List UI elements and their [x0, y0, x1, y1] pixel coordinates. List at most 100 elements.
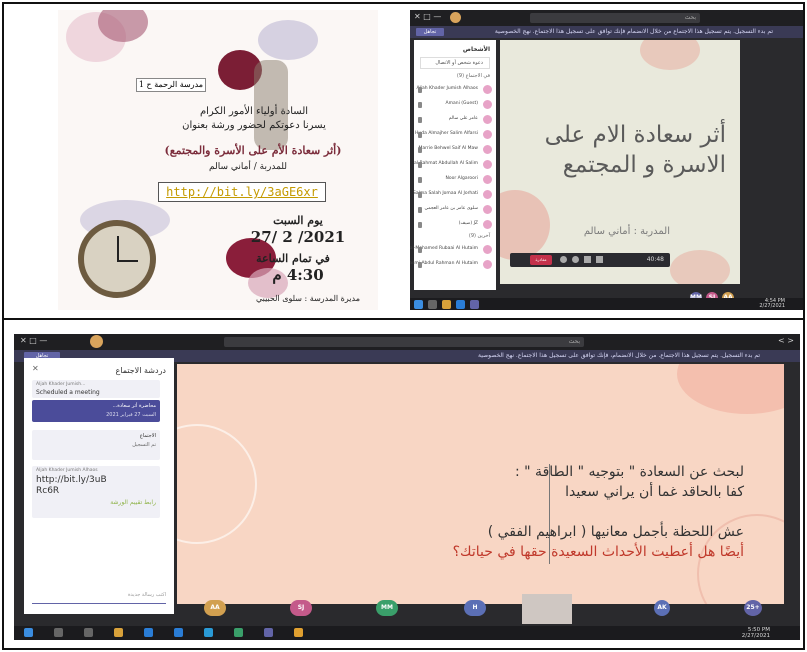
- meeting-card[interactable]: محاضرة أثر سعادة... السبت 27 فبراير 2021: [32, 400, 160, 422]
- participant-name: Aljah Khader Jumish Alhaos: [416, 86, 478, 91]
- avatar: [483, 205, 492, 214]
- teams-icon[interactable]: [470, 300, 479, 309]
- participant-tile[interactable]: SJ: [290, 600, 312, 616]
- share-icon[interactable]: [584, 256, 591, 263]
- participant-tile[interactable]: H: [464, 600, 486, 616]
- nav-arrows[interactable]: < >: [778, 336, 794, 345]
- chrome-icon[interactable]: [294, 628, 303, 637]
- search-icon[interactable]: [428, 300, 437, 309]
- participant-row[interactable]: JZ (ضيف): [414, 219, 496, 231]
- windows-taskbar: 4:54 PM 2/27/2021: [410, 298, 803, 310]
- participant-tile[interactable]: MM: [376, 600, 398, 616]
- section-divider: [2, 318, 805, 320]
- avatar[interactable]: [90, 335, 103, 348]
- greeting: السادة أولياء الأمور الكرام: [199, 106, 309, 117]
- slide-presenter: المدربة : أماني سالم: [583, 226, 670, 237]
- avatar: [483, 85, 492, 94]
- title-bar: ✕ □ — بحث: [410, 10, 803, 26]
- participant-row[interactable]: Amani (Guest): [414, 99, 496, 111]
- presenter: للمدربة / أماني سالم: [208, 162, 288, 172]
- participant-row[interactable]: Salma Salah Jomaa Al Jorhati: [413, 189, 496, 201]
- app-icon[interactable]: [234, 628, 243, 637]
- participant-row[interactable]: al-Rahmat Abdullah Al Salim: [414, 159, 496, 171]
- close-icon[interactable]: ✕: [32, 364, 39, 373]
- edge-icon[interactable]: [456, 300, 465, 309]
- avatar: [483, 220, 492, 229]
- meeting-chat-panel: ✕ دردشة الاجتماع Aljah Khader Jumish... …: [24, 358, 174, 614]
- avatar: [483, 115, 492, 124]
- participant-row[interactable]: Marrie Behwel Saif Al Maw: [414, 144, 496, 156]
- clock-icon: [78, 220, 156, 298]
- time-label: في تمام الساعة: [256, 252, 330, 265]
- day-label: يوم السبت: [273, 214, 323, 227]
- section-others: آخرين (9): [468, 233, 490, 239]
- event-time: 4:30 م: [272, 266, 324, 284]
- mic-icon: [418, 147, 422, 153]
- chat-link[interactable]: http://bit.ly/3uBRc6R: [32, 475, 112, 497]
- participant-name: سلوى عامر بن عامر العجمي: [424, 206, 478, 211]
- shared-slide: لبحث عن السعادة " بتوجيه " الطاقة " : كف…: [177, 364, 784, 604]
- participant-row[interactable]: عامر علي سالم: [414, 114, 496, 126]
- search-input[interactable]: بحث: [224, 337, 584, 347]
- section-in-meeting: في الاجتماع (9): [456, 73, 490, 79]
- participant-name: Noor Algaroori: [445, 176, 478, 181]
- more-participants[interactable]: 25+: [744, 600, 762, 616]
- participants-panel: الأشخاص دعوة شخص أو الاتصال في الاجتماع …: [410, 40, 496, 290]
- workshop-link[interactable]: http://bit.ly/3aGE6xr: [158, 182, 326, 202]
- folder-icon[interactable]: [114, 628, 123, 637]
- windows-taskbar: 5:50 PM 2/27/2021: [14, 626, 800, 640]
- search-input[interactable]: بحث: [530, 13, 700, 23]
- task-view-icon[interactable]: [84, 628, 93, 637]
- participant-row[interactable]: Aljah Khader Jumish Alhaos: [414, 84, 496, 96]
- mic-icon: [418, 177, 422, 183]
- mic-icon[interactable]: [572, 256, 579, 263]
- dismiss-button[interactable]: تجاهل: [416, 28, 444, 36]
- folder-icon[interactable]: [442, 300, 451, 309]
- participant-tile[interactable]: AA: [204, 600, 226, 616]
- start-icon[interactable]: [414, 300, 423, 309]
- avatar: [483, 160, 492, 169]
- participant-row[interactable]: Huda Almajher Salim Alfarsi: [414, 129, 496, 141]
- mic-icon: [418, 162, 422, 168]
- window-controls[interactable]: ✕ □ —: [20, 336, 47, 345]
- mic-icon: [418, 87, 422, 93]
- mic-icon: [418, 247, 422, 253]
- store-icon[interactable]: [144, 628, 153, 637]
- mic-icon: [418, 222, 422, 228]
- recording-card[interactable]: الاجتماع تم التسجيل: [32, 430, 160, 460]
- invite-input[interactable]: دعوة شخص أو الاتصال: [420, 57, 490, 69]
- slide-line: عش اللحظة بأجمل معانيها ( ابراهيم الفقي …: [487, 524, 744, 540]
- avatar: [483, 175, 492, 184]
- call-controls: مغادرة 40:48: [510, 253, 670, 267]
- chat-message: Aljah Khader Jumish... Scheduled a meeti…: [32, 380, 160, 398]
- mic-icon: [418, 192, 422, 198]
- avatar[interactable]: [450, 12, 461, 23]
- chat-title: دردشة الاجتماع: [115, 366, 166, 375]
- participant-row[interactable]: سلوى عامر بن عامر العجمي: [414, 204, 496, 216]
- teams-window-bottom: ✕ □ — بحث < > تم بدء التسجيل. يتم تسجيل …: [14, 334, 800, 640]
- principal: مديرة المدرسة : سلوى الحبيبي: [255, 294, 360, 303]
- slide-line: لبحث عن السعادة " بتوجيه " الطاقة " :: [515, 464, 744, 480]
- video-tile[interactable]: [522, 594, 572, 624]
- mic-icon: [418, 102, 422, 108]
- participant-row[interactable]: Noor Algaroori: [414, 174, 496, 186]
- participant-name: عامر علي سالم: [448, 116, 478, 121]
- window-controls[interactable]: ✕ □ —: [414, 12, 441, 21]
- search-icon[interactable]: [54, 628, 63, 637]
- participant-row[interactable]: Jasmi Abdul Rahman Al Hutaim: [410, 259, 496, 271]
- participant-tile[interactable]: AK: [654, 600, 670, 616]
- chat-input[interactable]: اكتب رسالة جديدة: [32, 592, 166, 604]
- participant-row[interactable]: al-Mohamed Rubaai Al Hutaim: [410, 244, 496, 256]
- leave-button[interactable]: مغادرة: [530, 255, 552, 265]
- edge-icon[interactable]: [204, 628, 213, 637]
- participant-name: Marrie Behwel Saif Al Maw: [418, 146, 478, 151]
- mail-icon[interactable]: [174, 628, 183, 637]
- participant-name: Huda Almajher Salim Alfarsi: [415, 131, 478, 136]
- mic-icon: [418, 117, 422, 123]
- more-icon[interactable]: [596, 256, 603, 263]
- slide-line: أيضًا هل أعطيت الأحداث السعيدة حقها في ح…: [452, 544, 744, 560]
- start-icon[interactable]: [24, 628, 33, 637]
- participant-name: al-Rahmat Abdullah Al Salim: [413, 161, 478, 166]
- camera-icon[interactable]: [560, 256, 567, 263]
- teams-icon[interactable]: [264, 628, 273, 637]
